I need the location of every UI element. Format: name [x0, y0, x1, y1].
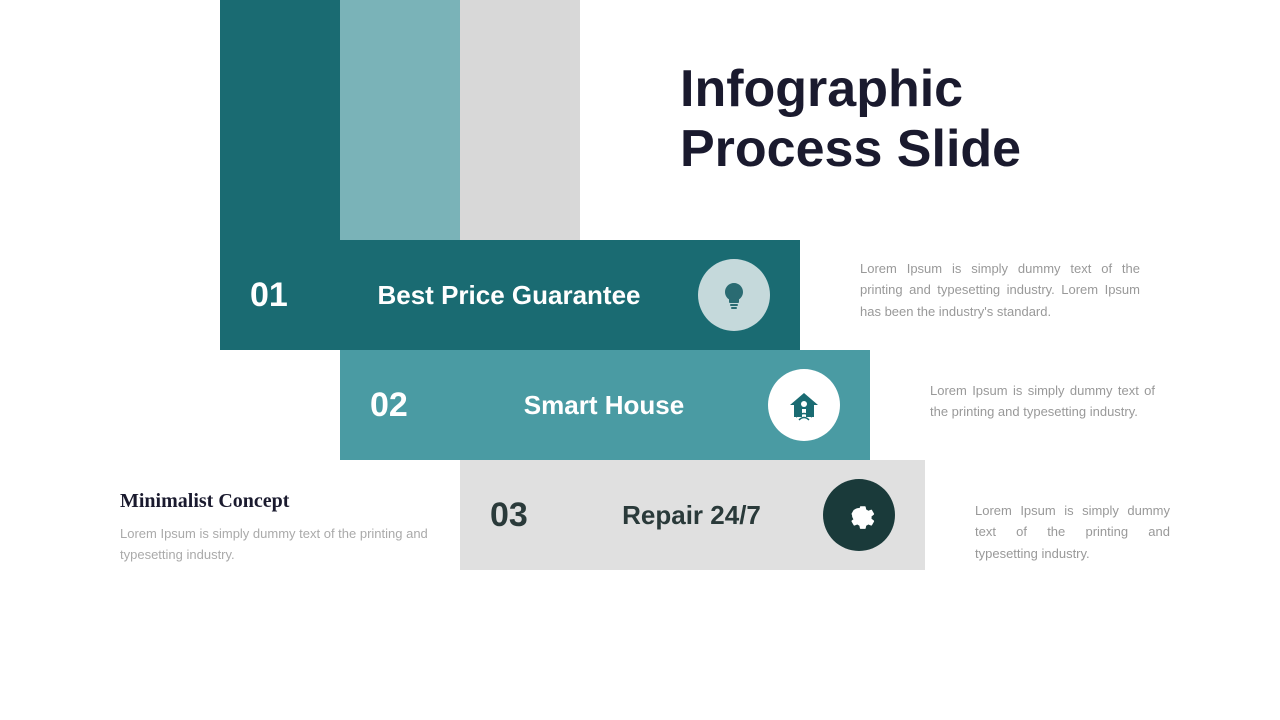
item-01-icon-circle [698, 259, 770, 331]
item-01-label: Best Price Guarantee [320, 280, 698, 311]
decorative-bars [220, 0, 580, 240]
gear-icon [839, 495, 879, 535]
item-03-number: 03 [490, 496, 560, 535]
item-02-icon-circle [768, 369, 840, 441]
item-01-number: 01 [250, 276, 320, 315]
description-03: Lorem Ipsum is simply dummy text of the … [975, 500, 1170, 564]
process-item-03: 03 Repair 24/7 [460, 460, 925, 570]
item-02-label: Smart House [440, 390, 768, 421]
concept-description: Lorem Ipsum is simply dummy text of the … [120, 523, 450, 566]
smart-house-icon [784, 385, 824, 425]
item-02-number: 02 [370, 386, 440, 425]
bar-gray [460, 0, 580, 240]
item-03-icon-circle [823, 479, 895, 551]
lightbulb-icon [716, 277, 752, 313]
process-item-01: 01 Best Price Guarantee [220, 240, 800, 350]
bar-light-teal [340, 0, 460, 240]
description-01: Lorem Ipsum is simply dummy text of the … [860, 258, 1140, 322]
description-02: Lorem Ipsum is simply dummy text of the … [930, 380, 1155, 423]
concept-title: Minimalist Concept [120, 490, 450, 513]
bar-teal [220, 0, 340, 240]
title-area: Infographic Process Slide [680, 60, 1021, 180]
page-title: Infographic Process Slide [680, 60, 1021, 180]
process-item-02: 02 Smart House [340, 350, 870, 460]
concept-area: Minimalist Concept Lorem Ipsum is simply… [120, 490, 450, 566]
item-03-label: Repair 24/7 [560, 500, 823, 531]
